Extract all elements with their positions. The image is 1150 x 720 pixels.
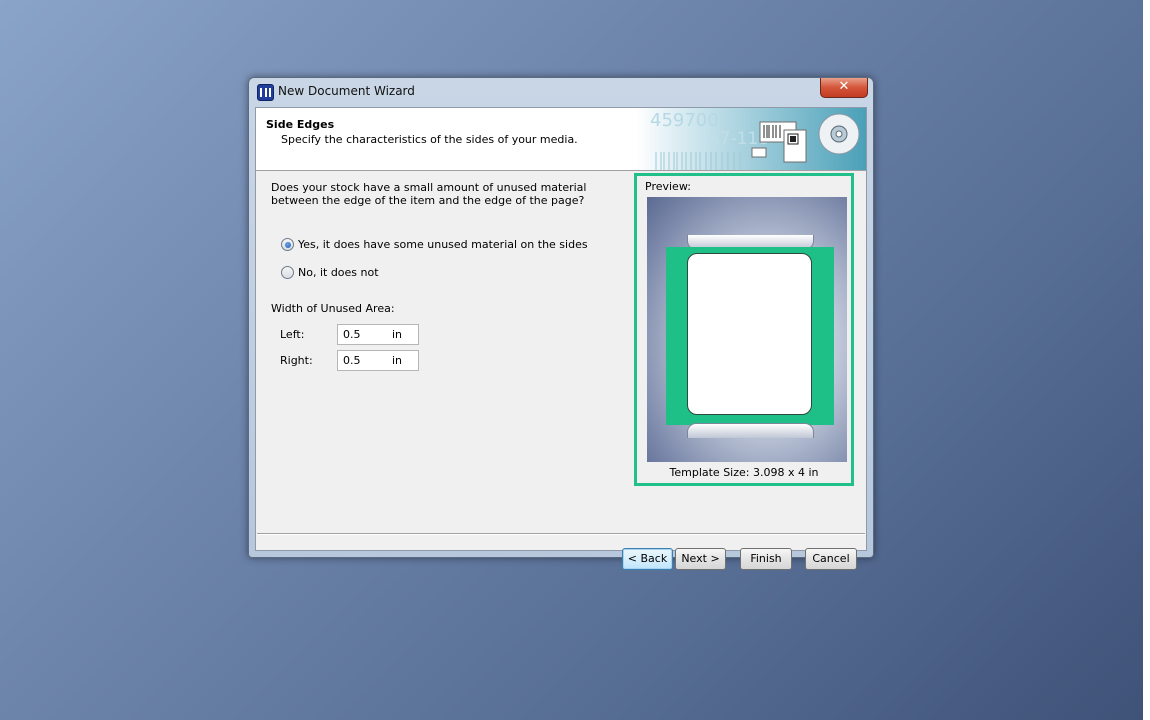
left-label: Left:	[280, 328, 305, 341]
right-label: Right:	[280, 354, 313, 367]
finish-button[interactable]: Finish	[740, 548, 792, 570]
stock-question: Does your stock have a small amount of u…	[271, 181, 587, 207]
template-size-text: Template Size: 3.098 x 4 in	[669, 466, 819, 479]
banner-text-1: 4597001	[650, 110, 730, 131]
footer-separator	[257, 533, 865, 535]
wizard-body: Side Edges Specify the characteristics o…	[255, 107, 867, 570]
back-button[interactable]: < Back	[622, 548, 673, 570]
header-banner-image: 4597001 A7-118	[636, 108, 866, 170]
preview-label-shape	[687, 253, 812, 415]
radio-no[interactable]	[281, 266, 294, 279]
app-icon	[257, 84, 274, 101]
next-button[interactable]: Next >	[675, 548, 726, 570]
preview-stock	[666, 247, 834, 425]
preview-bottom-tab	[687, 423, 814, 438]
right-unit: in	[392, 354, 403, 367]
cancel-button[interactable]: Cancel	[805, 548, 857, 570]
option-no[interactable]: No, it does not	[281, 266, 379, 279]
preview-image	[647, 197, 847, 462]
preview-panel: Preview: Template Size: 3.098 x 4 in	[634, 173, 854, 486]
screen-edge	[1143, 0, 1150, 720]
option-yes[interactable]: Yes, it does have some unused material o…	[281, 238, 588, 251]
window-title: New Document Wizard	[278, 84, 415, 98]
close-button[interactable]: ✕	[820, 78, 868, 98]
preview-label: Preview:	[645, 180, 691, 193]
left-value[interactable]: 0.5	[343, 328, 361, 341]
wizard-header: Side Edges Specify the characteristics o…	[256, 108, 866, 171]
step-subtitle: Specify the characteristics of the sides…	[281, 133, 578, 146]
left-width-input[interactable]: 0.5 in	[337, 324, 419, 345]
right-width-input[interactable]: 0.5 in	[337, 350, 419, 371]
wizard-window: New Document Wizard ✕ Side Edges Specify…	[248, 77, 874, 570]
radio-yes[interactable]	[281, 238, 294, 251]
step-title: Side Edges	[266, 118, 335, 131]
width-unused-area-label: Width of Unused Area:	[271, 302, 395, 315]
title-bar[interactable]: New Document Wizard ✕	[249, 78, 873, 106]
option-yes-label[interactable]: Yes, it does have some unused material o…	[298, 238, 588, 251]
right-value[interactable]: 0.5	[343, 354, 361, 367]
left-unit: in	[392, 328, 403, 341]
option-no-label[interactable]: No, it does not	[298, 266, 379, 279]
